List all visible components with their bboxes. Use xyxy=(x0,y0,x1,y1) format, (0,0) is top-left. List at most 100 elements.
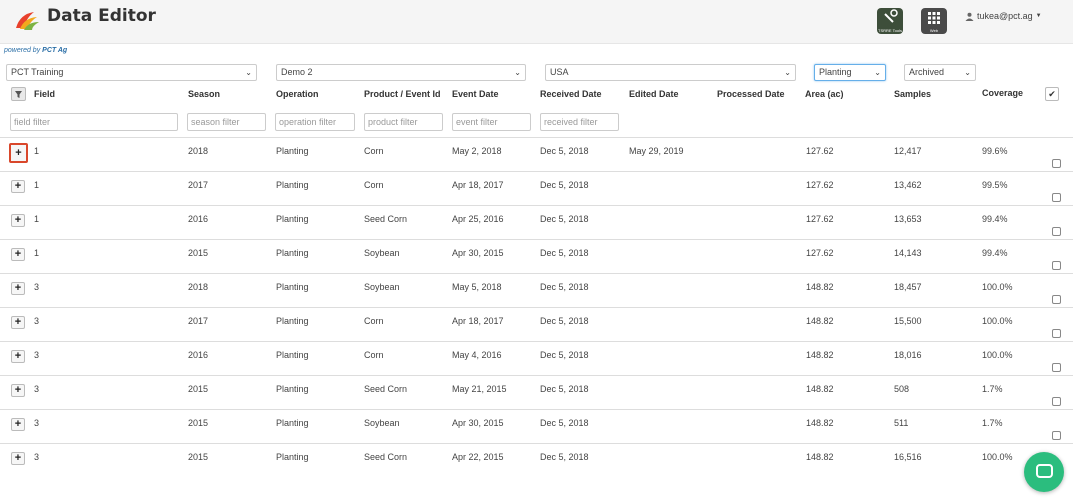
cell-area: 127.62 xyxy=(806,214,834,224)
apps-grid-button[interactable]: Web xyxy=(921,8,947,34)
row-select-checkbox[interactable] xyxy=(1052,397,1061,406)
column-header-coverage[interactable]: Coverage xyxy=(982,88,1023,98)
expand-row-button[interactable]: + xyxy=(11,248,25,261)
cell-season: 2015 xyxy=(188,418,209,428)
plus-icon: + xyxy=(14,316,22,328)
cell-received-date: Dec 5, 2018 xyxy=(540,384,589,394)
cell-event-date: May 4, 2016 xyxy=(452,350,502,360)
column-header-product[interactable]: Product / Event Id xyxy=(364,89,441,99)
column-header-processed-date[interactable]: Processed Date xyxy=(717,89,785,99)
column-header-edited-date[interactable]: Edited Date xyxy=(629,89,679,99)
user-menu[interactable]: tukea@pct.ag ▼ xyxy=(965,11,1042,21)
row-select-checkbox[interactable] xyxy=(1052,295,1061,304)
cell-field: 3 xyxy=(34,282,40,292)
cell-edited-date: May 29, 2019 xyxy=(629,146,684,156)
cell-product: Corn xyxy=(364,316,384,326)
chevron-down-icon: ⌄ xyxy=(784,68,791,77)
cell-season: 2016 xyxy=(188,350,209,360)
cell-event-date: Apr 18, 2017 xyxy=(452,180,504,190)
received-filter-input[interactable] xyxy=(540,113,619,131)
row-select-checkbox[interactable] xyxy=(1052,193,1061,202)
plus-icon: + xyxy=(14,214,22,226)
cell-samples: 13,462 xyxy=(894,180,922,190)
operation-filter-input[interactable] xyxy=(275,113,355,131)
cell-product: Seed Corn xyxy=(364,384,408,394)
season-filter-input[interactable] xyxy=(187,113,266,131)
row-select-checkbox[interactable] xyxy=(1052,329,1061,338)
expand-row-button[interactable]: + xyxy=(11,452,25,465)
cell-product: Seed Corn xyxy=(364,214,408,224)
expand-row-button[interactable]: + xyxy=(11,214,25,227)
row-select-checkbox[interactable] xyxy=(1052,431,1061,440)
table-row: +3 2017 Planting Corn Apr 18, 2017 Dec 5, 201… xyxy=(0,307,1073,341)
row-select-checkbox[interactable] xyxy=(1052,159,1061,168)
tsrre-tools-button[interactable]: TSRRE Tools xyxy=(877,8,903,34)
column-header-area[interactable]: Area (ac) xyxy=(805,89,844,99)
wrench-icon xyxy=(884,9,898,23)
pct-logo-icon xyxy=(16,12,39,30)
cell-event-date: Apr 18, 2017 xyxy=(452,316,504,326)
farm-select[interactable]: Demo 2 ⌄ xyxy=(276,64,526,81)
chat-icon xyxy=(1036,464,1053,478)
expand-row-button[interactable]: + xyxy=(11,384,25,397)
cell-season: 2015 xyxy=(188,248,209,258)
cell-received-date: Dec 5, 2018 xyxy=(540,418,589,428)
expand-row-button[interactable]: + xyxy=(9,143,28,163)
country-select[interactable]: USA ⌄ xyxy=(545,64,796,81)
cell-received-date: Dec 5, 2018 xyxy=(540,146,589,156)
cell-season: 2017 xyxy=(188,316,209,326)
table-row: +1 2017 Planting Corn Apr 18, 2017 Dec 5, 201… xyxy=(0,171,1073,205)
chevron-down-icon: ⌄ xyxy=(874,68,881,77)
cell-field: 1 xyxy=(34,214,40,224)
plus-icon: + xyxy=(14,418,22,430)
row-select-checkbox[interactable] xyxy=(1052,363,1061,372)
cell-received-date: Dec 5, 2018 xyxy=(540,248,589,258)
row-select-checkbox[interactable] xyxy=(1052,227,1061,236)
row-select-checkbox[interactable] xyxy=(1052,261,1061,270)
cell-product: Soybean xyxy=(364,248,400,258)
table-row: +3 2015 Planting Seed Corn Apr 22, 2015 Dec 5… xyxy=(0,443,1073,477)
cell-event-date: Apr 22, 2015 xyxy=(452,452,504,462)
cell-samples: 13,653 xyxy=(894,214,922,224)
table-row: +1 2018 Planting Corn May 2, 2018 Dec 5, 2018… xyxy=(0,137,1073,171)
apps-caption: Web xyxy=(929,28,939,33)
expand-row-button[interactable]: + xyxy=(11,180,25,193)
expand-row-button[interactable]: + xyxy=(11,350,25,363)
plus-icon: + xyxy=(14,350,22,362)
column-header-field[interactable]: Field xyxy=(34,89,55,99)
cell-field: 1 xyxy=(34,180,40,190)
farm-select-value: Demo 2 xyxy=(281,67,313,77)
cell-field: 1 xyxy=(34,146,40,156)
cell-product: Corn xyxy=(364,350,384,360)
column-header-samples[interactable]: Samples xyxy=(894,89,931,99)
tsrre-tools-caption: TSRRE Tools xyxy=(878,28,902,33)
column-header-event-date[interactable]: Event Date xyxy=(452,89,499,99)
column-header-operation[interactable]: Operation xyxy=(276,89,319,99)
expand-row-button[interactable]: + xyxy=(11,316,25,329)
cell-samples: 16,516 xyxy=(894,452,922,462)
select-all-checkbox[interactable]: ✔ xyxy=(1045,87,1059,101)
app-header: Data Editor TSRRE Tools Web tukea@pct.ag… xyxy=(0,0,1073,44)
cell-season: 2018 xyxy=(188,146,209,156)
cell-received-date: Dec 5, 2018 xyxy=(540,452,589,462)
powered-by-brand[interactable]: PCT Ag xyxy=(42,47,67,54)
plus-icon: + xyxy=(14,384,22,396)
cell-operation: Planting xyxy=(276,180,309,190)
status-select[interactable]: Archived ⌄ xyxy=(904,64,976,81)
cell-coverage: 1.7% xyxy=(982,384,1003,394)
cell-product: Seed Corn xyxy=(364,452,408,462)
status-select-value: Archived xyxy=(909,67,945,77)
expand-row-button[interactable]: + xyxy=(11,418,25,431)
operation-select[interactable]: Planting ⌄ xyxy=(814,64,886,81)
column-header-season[interactable]: Season xyxy=(188,89,220,99)
organization-select[interactable]: PCT Training ⌄ xyxy=(6,64,257,81)
powered-by-prefix: powered by xyxy=(4,47,41,54)
column-header-received-date[interactable]: Received Date xyxy=(540,89,602,99)
filter-toggle-button[interactable] xyxy=(11,87,26,101)
product-filter-input[interactable] xyxy=(364,113,443,131)
cell-product: Soybean xyxy=(364,418,400,428)
expand-row-button[interactable]: + xyxy=(11,282,25,295)
event-filter-input[interactable] xyxy=(452,113,531,131)
field-filter-input[interactable] xyxy=(10,113,178,131)
chat-button[interactable] xyxy=(1024,452,1064,492)
